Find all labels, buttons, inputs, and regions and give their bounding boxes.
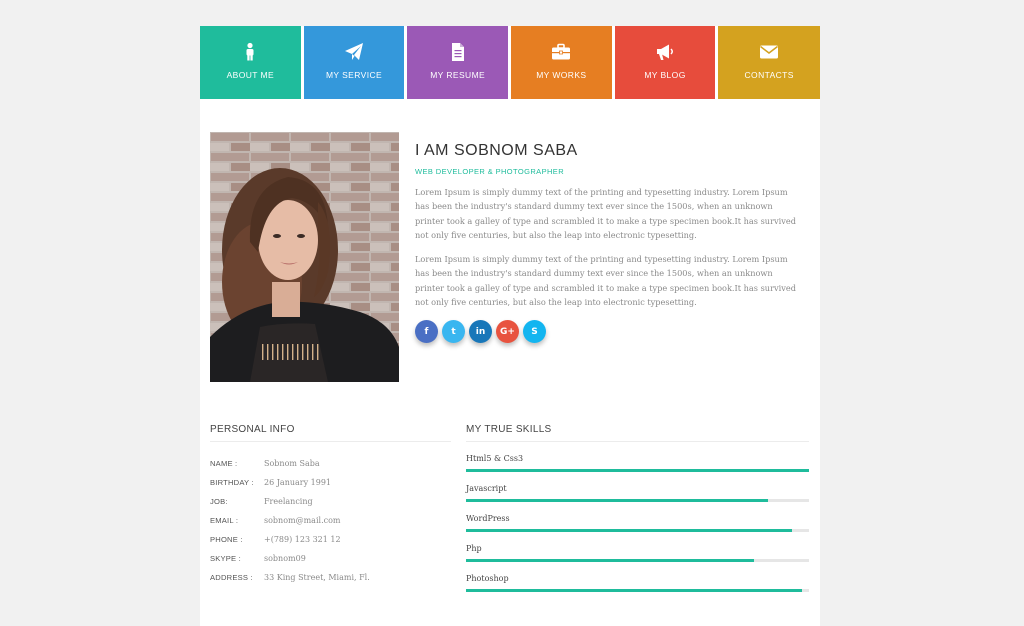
profile-role: WEB DEVELOPER & PHOTOGRAPHER bbox=[415, 167, 565, 176]
info-value: 26 January 1991 bbox=[264, 478, 332, 487]
profile-name: I AM SOBNOM SABA bbox=[415, 142, 578, 159]
skill-bar bbox=[466, 559, 809, 562]
personal-info: PERSONAL INFO NAME : Sobnom Saba BIRTHDA… bbox=[210, 424, 451, 587]
social-links: f t in G+ S bbox=[415, 320, 800, 344]
info-label: ADDRESS : bbox=[210, 573, 253, 582]
envelope-icon bbox=[760, 45, 779, 59]
info-row: BIRTHDAY : 26 January 1991 bbox=[210, 473, 451, 492]
intro-section: I AM SOBNOM SABA WEB DEVELOPER & PHOTOGR… bbox=[415, 142, 800, 344]
info-row: SKYPE : sobnom09 bbox=[210, 549, 451, 568]
skill-name: Javascript bbox=[466, 484, 507, 493]
info-label: NAME : bbox=[210, 459, 238, 468]
nav-my-resume[interactable]: MY RESUME bbox=[407, 26, 509, 99]
info-value: sobnom@mail.com bbox=[264, 516, 341, 525]
nav-my-works[interactable]: MY WORKS bbox=[511, 26, 612, 99]
nav-my-blog[interactable]: MY BLOG bbox=[614, 26, 716, 99]
info-value: Sobnom Saba bbox=[264, 459, 320, 468]
section-title: MY TRUE SKILLS bbox=[466, 424, 809, 442]
skill-name: Photoshop bbox=[466, 574, 509, 583]
info-label: EMAIL : bbox=[210, 516, 239, 525]
facebook-icon[interactable]: f bbox=[415, 320, 438, 344]
nav-my-service[interactable]: MY SERVICE bbox=[303, 26, 405, 99]
top-nav: ABOUT ME MY SERVICE MY RESUME MY WORKS M… bbox=[200, 26, 821, 99]
skill-bar-fill bbox=[466, 559, 755, 562]
skype-icon[interactable]: S bbox=[523, 320, 546, 344]
nav-label: ABOUT ME bbox=[226, 70, 275, 80]
skill-name: Php bbox=[466, 544, 482, 553]
nav-about-me[interactable]: ABOUT ME bbox=[200, 26, 301, 99]
linkedin-icon[interactable]: in bbox=[469, 320, 492, 344]
nav-label: MY SERVICE bbox=[325, 70, 383, 80]
skill-bar-fill bbox=[466, 529, 792, 532]
skill-item: Javascript bbox=[466, 484, 809, 502]
twitter-icon[interactable]: t bbox=[442, 320, 465, 344]
nav-label: MY WORKS bbox=[536, 70, 587, 80]
person-icon bbox=[246, 42, 254, 61]
bio-paragraph: Lorem Ipsum is simply dummy text of the … bbox=[415, 254, 796, 308]
info-value: sobnom09 bbox=[264, 554, 306, 563]
skill-name: WordPress bbox=[466, 514, 510, 523]
skill-bar bbox=[466, 529, 809, 532]
info-row: PHONE : +(789) 123 321 12 bbox=[210, 530, 451, 549]
skill-item: Php bbox=[466, 544, 809, 562]
skill-item: WordPress bbox=[466, 514, 809, 532]
nav-contacts[interactable]: CONTACTS bbox=[718, 26, 821, 99]
skill-name: Html5 & Css3 bbox=[466, 454, 524, 463]
skill-bar bbox=[466, 589, 809, 592]
profile-photo bbox=[210, 132, 399, 382]
google-plus-icon[interactable]: G+ bbox=[496, 320, 519, 344]
info-value: Freelancing bbox=[264, 497, 313, 506]
info-row: EMAIL : sobnom@mail.com bbox=[210, 511, 451, 530]
info-value: 33 King Street, Miami, Fl. bbox=[264, 573, 370, 582]
section-title: PERSONAL INFO bbox=[210, 424, 451, 442]
skill-bar-fill bbox=[466, 589, 803, 592]
nav-label: MY RESUME bbox=[430, 70, 486, 80]
skills-section: MY TRUE SKILLS Html5 & Css3 Javascript W… bbox=[466, 424, 809, 592]
skill-bar bbox=[466, 499, 809, 502]
info-row: ADDRESS : 33 King Street, Miami, Fl. bbox=[210, 568, 451, 587]
nav-label: CONTACTS bbox=[744, 70, 794, 80]
skill-bar-fill bbox=[466, 499, 768, 502]
info-row: NAME : Sobnom Saba bbox=[210, 454, 451, 473]
resume-card: ABOUT ME MY SERVICE MY RESUME MY WORKS M… bbox=[200, 26, 821, 626]
paper-plane-icon bbox=[345, 43, 363, 60]
megaphone-icon bbox=[657, 44, 674, 60]
skill-bar bbox=[466, 469, 809, 472]
skill-bar-fill bbox=[466, 469, 809, 472]
info-value: +(789) 123 321 12 bbox=[264, 535, 341, 544]
bio-paragraph: Lorem Ipsum is simply dummy text of the … bbox=[415, 187, 796, 240]
document-icon bbox=[451, 43, 464, 61]
skill-item: Html5 & Css3 bbox=[466, 454, 809, 472]
briefcase-icon bbox=[552, 43, 571, 60]
info-label: PHONE : bbox=[210, 535, 243, 544]
info-label: SKYPE : bbox=[210, 554, 241, 563]
info-row: JOB: Freelancing bbox=[210, 492, 451, 511]
info-label: BIRTHDAY : bbox=[210, 478, 254, 487]
skill-item: Photoshop bbox=[466, 574, 809, 592]
nav-label: MY BLOG bbox=[644, 70, 686, 80]
info-label: JOB: bbox=[210, 497, 228, 506]
portrait-illustration bbox=[210, 132, 399, 382]
